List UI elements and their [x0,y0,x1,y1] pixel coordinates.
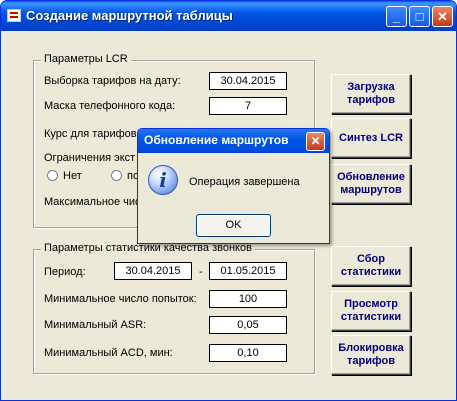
dialog-title-bar[interactable]: Обновление маршрутов ✕ [138,129,329,153]
synth-lcr-button[interactable]: Синтез LCR [331,118,411,158]
lcr-params-legend: Параметры LCR [41,53,131,65]
view-stats-button[interactable]: Просмотр статистики [331,291,411,331]
update-routes-button[interactable]: Обновление маршрутов [331,164,411,204]
date-label: Выборка тарифов на дату: [44,75,181,87]
ok-button[interactable]: OK [196,214,271,237]
date-field[interactable]: 30.04.2015 [209,72,287,90]
close-button[interactable]: ✕ [432,6,453,27]
app-icon [7,9,21,22]
min-acd-field[interactable]: 0,10 [209,344,287,362]
radio-no-label: Нет [63,170,82,182]
min-attempts-field[interactable]: 100 [209,290,287,308]
period-to-field[interactable]: 01.05.2015 [209,262,287,280]
max-label: Максимальное чис [44,196,141,208]
maximize-button[interactable]: □ [409,6,430,27]
window-title: Создание маршрутной таблицы [26,8,233,23]
period-from-field[interactable]: 30.04.2015 [114,262,192,280]
mask-label: Маска телефонного кода: [44,100,176,112]
info-icon: i [148,165,178,195]
min-acd-label: Минимальный ACD, мин: [44,347,173,359]
minimize-button[interactable]: _ [386,6,407,27]
min-asr-label: Минимальный ASR: [44,319,147,331]
period-label: Период: [44,266,86,278]
collect-stats-button[interactable]: Сбор статистики [331,246,411,286]
radio-no[interactable] [47,170,58,181]
title-bar[interactable]: Создание маршрутной таблицы _ □ ✕ [1,1,456,31]
dialog-message: Операция завершена [189,176,300,188]
min-asr-field[interactable]: 0,05 [209,316,287,334]
dialog-title: Обновление маршрутов [144,133,289,147]
dialog-close-button[interactable]: ✕ [306,132,325,151]
message-dialog: Обновление маршрутов ✕ i Операция заверш… [137,128,330,244]
radio-other[interactable] [111,170,122,181]
info-icon-glyph: i [159,168,167,192]
period-dash: - [199,266,203,278]
main-window: Создание маршрутной таблицы _ □ ✕ Параме… [0,0,457,401]
limit-label: Ограничения экст [44,152,136,164]
block-tariffs-button[interactable]: Блокировка тарифов [331,335,411,375]
load-tariffs-button[interactable]: Загрузка тарифов [331,74,411,114]
min-attempts-label: Минимальное число попыток: [44,293,197,305]
mask-field[interactable]: 7 [209,97,287,115]
rate-label: Курс для тарифов [44,128,137,140]
